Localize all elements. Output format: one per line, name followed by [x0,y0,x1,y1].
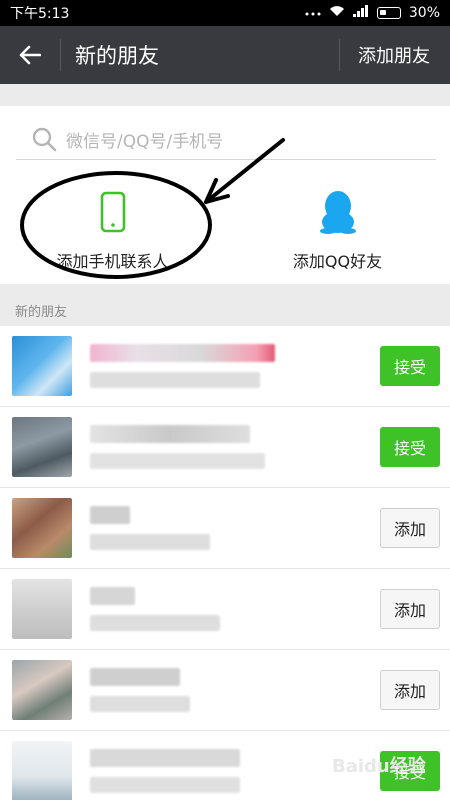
name-blurred [90,506,130,524]
list-item[interactable]: 接受 [0,326,450,407]
battery-icon [376,7,401,19]
name-blurred [90,344,275,362]
avatar [12,336,72,396]
add-qq-friends-label: 添加QQ好友 [292,252,383,271]
friend-request-list: 接受 接受 添加 添加 添加 接受 [0,326,450,800]
list-item[interactable]: 添加 [0,650,450,731]
phone-icon [100,190,126,234]
accept-button[interactable]: 接受 [380,427,440,467]
add-phone-contacts-label: 添加手机联系人 [56,252,169,271]
accept-button[interactable]: 接受 [380,346,440,386]
name-blurred [90,668,180,686]
list-item[interactable]: 接受 [0,407,450,488]
message-blurred [90,615,220,631]
battery-level: 30% [408,5,440,21]
back-arrow-icon [19,45,41,65]
avatar [12,741,72,800]
name-blurred [90,749,240,767]
list-item[interactable]: 接受 [0,731,450,800]
title-bar: 新的朋友 添加朋友 [0,26,450,84]
page-title: 新的朋友 [75,44,159,68]
add-button[interactable]: 添加 [380,508,440,548]
name-blurred [90,587,135,605]
search-placeholder: 微信号/QQ号/手机号 [66,132,224,152]
list-item[interactable]: 添加 [0,488,450,569]
add-button[interactable]: 添加 [380,589,440,629]
list-item[interactable]: 添加 [0,569,450,650]
search-card: 微信号/QQ号/手机号 添加手机联系人 添加QQ好友 [0,106,450,284]
avatar [12,579,72,639]
message-blurred [90,372,260,388]
avatar [12,660,72,720]
message-blurred [90,696,190,712]
message-blurred [90,777,240,793]
avatar [12,498,72,558]
add-qq-friends-option[interactable]: 添加QQ好友 [225,190,450,280]
message-blurred [90,453,265,469]
signal-icon [352,5,369,21]
add-button[interactable]: 添加 [380,670,440,710]
back-button[interactable] [0,26,60,84]
more-dots-icon [305,5,321,21]
qq-penguin-icon [319,190,357,234]
add-phone-contacts-option[interactable]: 添加手机联系人 [0,190,225,280]
avatar [12,417,72,477]
accept-button[interactable]: 接受 [380,751,440,791]
status-bar: 下午5:13 30% [0,0,450,26]
section-header: 新的朋友 [15,305,68,320]
status-indicators: 30% [305,5,440,21]
status-time: 下午5:13 [10,6,70,22]
search-input[interactable]: 微信号/QQ号/手机号 [16,120,436,160]
search-icon [32,127,57,151]
name-blurred [90,425,250,443]
add-friend-button[interactable]: 添加朋友 [340,26,450,84]
message-blurred [90,534,210,550]
wifi-icon [329,5,345,21]
